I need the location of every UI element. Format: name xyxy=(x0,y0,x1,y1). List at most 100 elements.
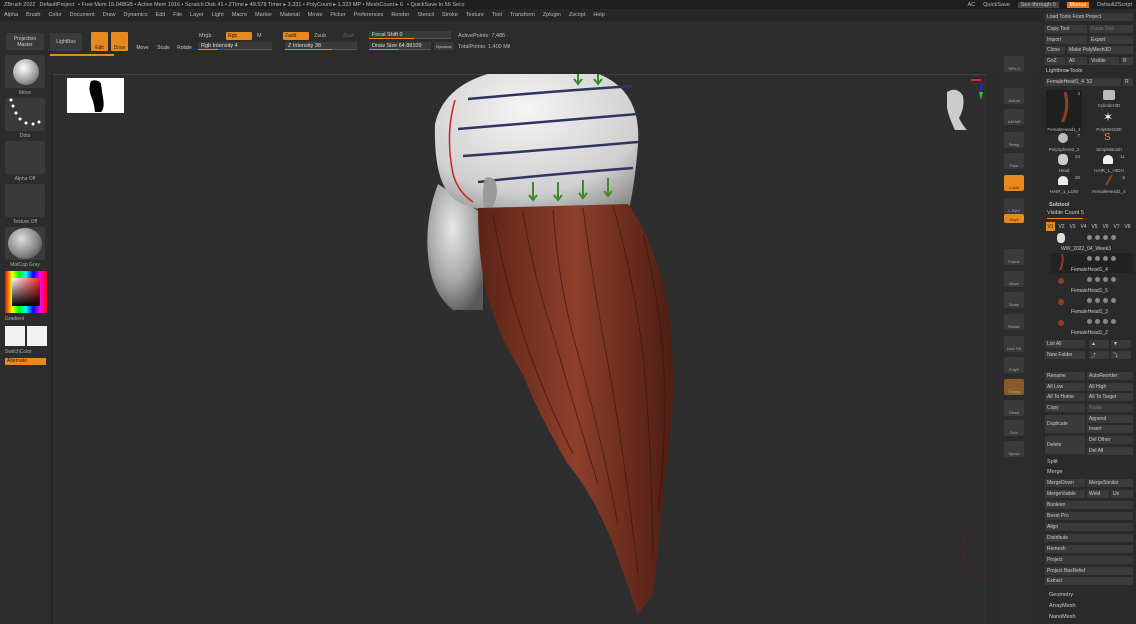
spix-button[interactable]: SPix 3 xyxy=(1004,56,1024,72)
switchcolor-button[interactable]: SwitchColor xyxy=(0,349,50,355)
menus-button[interactable]: Menus xyxy=(1066,1,1090,8)
menu-item[interactable]: Preferences xyxy=(354,12,384,18)
copy-button[interactable]: Copy xyxy=(1045,404,1085,412)
project-basrelief-section[interactable]: Project BasRelief xyxy=(1045,567,1133,575)
uv-button[interactable]: Uv xyxy=(1111,490,1133,498)
tool-thumb[interactable]: S SimpleBrush xyxy=(1091,132,1127,152)
all-high-button[interactable]: All High xyxy=(1087,383,1133,391)
project-section[interactable]: Project xyxy=(1045,556,1133,564)
menu-item[interactable]: Render xyxy=(391,12,409,18)
duplicate-button[interactable]: Duplicate xyxy=(1045,415,1085,433)
autoreorder-button[interactable]: AutoReorder xyxy=(1087,372,1133,380)
mergevisible-button[interactable]: MergeVisible xyxy=(1045,490,1085,498)
vtab-6[interactable]: V6 xyxy=(1101,222,1110,231)
canvas-viewport[interactable] xyxy=(52,74,986,624)
menu-item[interactable]: Help xyxy=(593,12,604,18)
split-section[interactable]: Split xyxy=(1047,459,1058,465)
subtool-item[interactable]: FemaleHead1_3 xyxy=(1051,295,1133,315)
current-tool-slider[interactable]: FemaleHead1_4. 52 xyxy=(1045,78,1121,86)
linefill-button[interactable]: Line Fill xyxy=(1004,336,1024,352)
del-other-button[interactable]: Del Other xyxy=(1087,436,1133,444)
xpose-button[interactable]: Xpose xyxy=(1004,441,1024,457)
menu-item[interactable]: Tool xyxy=(492,12,502,18)
arrow-down-icon[interactable]: ▼ xyxy=(1111,340,1131,348)
menu-item[interactable]: Marker xyxy=(255,12,272,18)
remesh-section[interactable]: Remesh xyxy=(1045,545,1133,553)
texture-selector[interactable] xyxy=(5,184,45,217)
ghost-button[interactable]: Ghost xyxy=(1004,400,1024,416)
ac-button[interactable]: AC xyxy=(968,2,976,8)
rgb-intensity-slider[interactable]: Rgb Intensity 4 xyxy=(198,42,272,50)
lightbox-button[interactable]: LightBox xyxy=(50,33,82,51)
arraymesh-section[interactable]: ArrayMesh xyxy=(1049,603,1076,609)
zadd-button[interactable]: Zadd xyxy=(283,32,309,40)
move-button[interactable]: Move xyxy=(134,32,151,51)
bevel-pro-section[interactable]: Bevel Pro xyxy=(1045,512,1133,520)
all-low-button[interactable]: All Low xyxy=(1045,383,1085,391)
lightbox-tools-button[interactable]: Lightbox▸Tools xyxy=(1046,68,1082,74)
menu-item[interactable]: Layer xyxy=(190,12,204,18)
tool-thumb[interactable]: HAIR_1_LOW 20 xyxy=(1046,174,1082,194)
alternate-button[interactable]: Alternate xyxy=(5,358,46,365)
alpha-selector[interactable] xyxy=(5,141,45,174)
merge-section[interactable]: Merge xyxy=(1047,469,1063,475)
draw-size-slider[interactable]: Draw Size 64.88109 xyxy=(369,42,431,50)
export-button[interactable]: Export xyxy=(1089,36,1133,44)
3d-model-render[interactable] xyxy=(53,74,986,624)
paste-tool-button[interactable]: Paste Tool xyxy=(1089,25,1133,33)
color-picker[interactable] xyxy=(5,271,47,313)
nanomesh-section[interactable]: NanoMesh xyxy=(1049,614,1076,620)
delete-button[interactable]: Delete xyxy=(1045,436,1085,454)
vtab-2[interactable]: V2 xyxy=(1057,222,1066,231)
menu-item[interactable]: Texture xyxy=(466,12,484,18)
scale-button[interactable]: Scale xyxy=(155,32,172,51)
menu-item[interactable]: Alpha xyxy=(4,12,18,18)
tool-thumb[interactable]: FemaleHead1_4 3 xyxy=(1046,90,1082,132)
menu-item[interactable]: Zplugin xyxy=(543,12,561,18)
all-to-target-button[interactable]: All To Target xyxy=(1087,393,1133,401)
actual-button[interactable]: Actual xyxy=(1004,88,1024,104)
secondary-color-swatch[interactable] xyxy=(27,326,47,346)
mergesimilar-button[interactable]: MergeSimilar xyxy=(1087,479,1133,487)
subtool-item[interactable]: FemaleHead1_4 xyxy=(1051,253,1133,273)
import-button[interactable]: Import xyxy=(1045,36,1087,44)
script-button[interactable]: DefaultZScript xyxy=(1097,2,1132,8)
zsub-button[interactable]: Zsub xyxy=(314,33,326,39)
copy-tool-button[interactable]: Copy Tool xyxy=(1045,25,1087,33)
persp-button[interactable]: Persp xyxy=(1004,132,1024,148)
del-all-button[interactable]: Del All xyxy=(1087,447,1133,455)
menu-item[interactable]: Material xyxy=(280,12,300,18)
subtool-header[interactable]: Subtool xyxy=(1049,202,1069,208)
move-down-icon[interactable]: ⤵ xyxy=(1111,351,1131,359)
menu-item[interactable]: Dynamics xyxy=(124,12,148,18)
menu-item[interactable]: File xyxy=(173,12,182,18)
r-button[interactable]: R xyxy=(1121,57,1133,65)
menu-item[interactable]: Document xyxy=(70,12,95,18)
transp-button[interactable]: Transp xyxy=(1004,379,1024,395)
subtool-item[interactable]: FemaleHead1_2 xyxy=(1051,316,1133,336)
load-tools-button[interactable]: Load Tools From Project xyxy=(1045,13,1133,21)
m-button[interactable]: M xyxy=(257,33,262,39)
goz-button[interactable]: GoZ xyxy=(1045,57,1065,65)
color-square[interactable] xyxy=(12,278,40,306)
menu-item[interactable]: Color xyxy=(48,12,61,18)
vtab-3[interactable]: V3 xyxy=(1068,222,1077,231)
new-folder-button[interactable]: New Folder xyxy=(1045,351,1085,359)
move-view-button[interactable]: Move xyxy=(1004,271,1024,287)
aahalf-button[interactable]: AAHalf xyxy=(1004,109,1024,125)
subtool-item[interactable]: WW_2022_04_Week3 xyxy=(1051,232,1133,252)
insert-button[interactable]: Insert xyxy=(1087,425,1133,433)
rotate-view-button[interactable]: Rotate xyxy=(1004,314,1024,330)
boolean-section[interactable]: Boolean xyxy=(1045,501,1133,509)
zcut-button[interactable]: Zcut xyxy=(343,33,354,39)
move-up-icon[interactable]: ⤴ xyxy=(1089,351,1109,359)
menu-item[interactable]: Draw xyxy=(103,12,116,18)
current-tool-r-button[interactable]: R xyxy=(1123,78,1133,86)
menu-item[interactable]: Zscript xyxy=(569,12,586,18)
mrgb-button[interactable]: Mrgb xyxy=(199,33,212,39)
menu-item[interactable]: Movie xyxy=(308,12,323,18)
brush-selector[interactable] xyxy=(5,55,45,88)
menu-item[interactable]: Light xyxy=(212,12,224,18)
subtool-item[interactable]: FemaleHead1_5 xyxy=(1051,274,1133,294)
tool-thumb[interactable]: HAIR_1_HIGH 11 xyxy=(1091,153,1127,173)
